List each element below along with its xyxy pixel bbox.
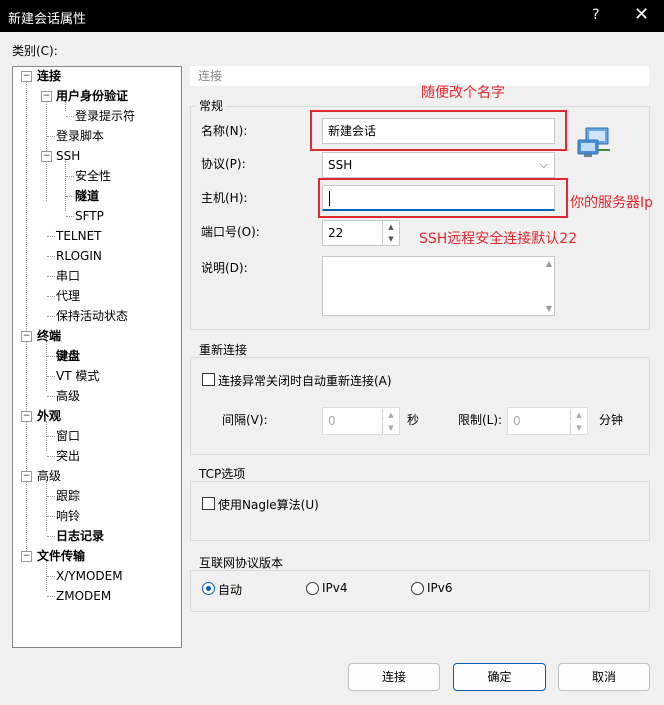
tree-item-keyboard[interactable]: 键盘 [56,346,80,366]
category-tree[interactable]: − 连接 − 用户身份验证 登录提示符 登录脚本 − SSH 安全性 隧道 SF… [12,66,182,648]
host-annotation: 你的服务器Ip [570,195,654,211]
spin-down-icon[interactable]: ▼ [570,422,587,434]
tree-item-ssh[interactable]: SSH [56,146,80,166]
scroll-up-icon[interactable]: ▲ [546,259,552,268]
collapse-icon[interactable]: − [21,71,32,82]
tree-item-highlight[interactable]: 突出 [56,446,80,466]
protocol-label: 协议(P): [201,157,246,171]
tcp-group-title: TCP选项 [196,467,249,481]
tree-item-advanced2[interactable]: 高级 [37,466,61,486]
help-button[interactable]: ? [592,7,599,23]
port-value: 22 [328,226,344,240]
protocol-value: SSH [328,158,353,172]
tree-item-sftp[interactable]: SFTP [75,206,104,226]
cancel-button[interactable]: 取消 [558,663,650,691]
tree-item-logging[interactable]: 日志记录 [56,526,104,546]
tree-item-terminal[interactable]: 终端 [37,326,61,346]
ipv6-label: IPv6 [427,581,453,595]
tree-item-connect[interactable]: 连接 [37,66,61,86]
tree-item-rlogin[interactable]: RLOGIN [56,246,102,266]
collapse-icon[interactable]: − [41,151,52,162]
tree-item-file-transfer[interactable]: 文件传输 [37,546,85,566]
tree-item-serial[interactable]: 串口 [56,266,80,286]
limit-label: 限制(L): [458,413,503,427]
tree-item-security[interactable]: 安全性 [75,166,111,186]
name-label: 名称(N): [201,124,248,138]
reconnect-group-title: 重新连接 [196,343,251,357]
title-bar: 新建会话属性 ? ✕ [0,0,664,32]
tree-item-user-auth[interactable]: 用户身份验证 [56,86,128,106]
host-label: 主机(H): [201,191,248,205]
ip-version-group-title: 互联网协议版本 [196,556,287,570]
spin-down-icon[interactable]: ▼ [382,422,399,434]
tree-item-keepalive[interactable]: 保持活动状态 [56,306,128,326]
spin-up-icon[interactable]: ▲ [570,409,587,421]
ip-auto-radio[interactable] [202,582,215,595]
spin-up-icon[interactable]: ▲ [382,409,399,421]
collapse-icon[interactable]: − [21,411,32,422]
protocol-select[interactable]: SSH ⌵ [322,152,555,178]
tree-item-bell[interactable]: 响铃 [56,506,80,526]
ipv4-radio[interactable] [306,582,319,595]
interval-stepper[interactable]: 0 ▲ ▼ [322,407,400,435]
desc-label: 说明(D): [201,261,248,275]
tree-item-zmodem[interactable]: ZMODEM [56,586,111,606]
nagle-label: 使用Nagle算法(U) [218,498,319,512]
ok-button[interactable]: 确定 [453,663,546,691]
collapse-icon[interactable]: − [41,91,52,102]
tree-item-tunnel[interactable]: 隧道 [75,186,99,206]
tree-item-vt-mode[interactable]: VT 模式 [56,366,99,386]
breadcrumb: 连接 [190,66,649,86]
ipv4-label: IPv4 [322,581,348,595]
interval-value: 0 [328,414,336,428]
seconds-unit: 秒 [407,413,420,427]
limit-value: 0 [513,414,521,428]
name-highlight-box [310,110,567,151]
ip-auto-label: 自动 [218,583,243,597]
tree-item-telnet[interactable]: TELNET [56,226,102,246]
spin-up-icon[interactable]: ▲ [382,221,399,233]
general-group-title: 常规 [196,99,227,113]
port-label: 端口号(O): [201,225,260,239]
description-field[interactable]: ▲ ▼ [322,256,555,316]
limit-stepper[interactable]: 0 ▲ ▼ [507,407,588,435]
connect-button[interactable]: 连接 [348,663,440,691]
tree-item-window[interactable]: 窗口 [56,426,80,446]
tree-item-appearance[interactable]: 外观 [37,406,61,426]
tree-item-login-prompt[interactable]: 登录提示符 [75,106,135,126]
tree-item-xymodem[interactable]: X/YMODEM [56,566,123,586]
tree-item-proxy[interactable]: 代理 [56,286,80,306]
scroll-down-icon[interactable]: ▼ [546,304,552,313]
spin-down-icon[interactable]: ▼ [382,233,399,245]
nagle-checkbox[interactable] [202,497,215,510]
session-computer-icon [577,127,610,157]
collapse-icon[interactable]: − [21,471,32,482]
collapse-icon[interactable]: − [21,551,32,562]
host-highlight-box [318,178,568,218]
tree-item-trace[interactable]: 跟踪 [56,486,80,506]
auto-reconnect-checkbox[interactable] [202,373,215,386]
auto-reconnect-label: 连接异常关闭时自动重新连接(A) [218,374,392,388]
port-annotation: SSH远程安全连接默认22 [419,231,578,247]
tree-item-advanced[interactable]: 高级 [56,386,80,406]
name-annotation: 随便改个名字 [421,85,505,101]
ipv6-radio[interactable] [411,582,424,595]
close-button[interactable]: ✕ [634,4,649,25]
window-title: 新建会话属性 [8,12,87,27]
tree-item-login-script[interactable]: 登录脚本 [56,126,104,146]
port-stepper[interactable]: 22 ▲ ▼ [322,220,400,246]
category-label: 类别(C): [12,44,58,58]
collapse-icon[interactable]: − [21,331,32,342]
minutes-unit: 分钟 [599,413,624,427]
chevron-down-icon: ⌵ [539,158,548,171]
interval-label: 间隔(V): [222,413,268,427]
